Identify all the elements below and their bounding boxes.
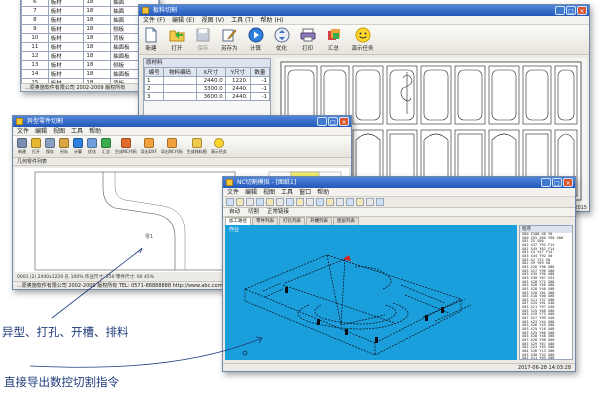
caption-features: 异型、打孔、开槽、排料 (2, 325, 129, 339)
caption-export-nc: 直接导出数控切割指令 (4, 375, 119, 389)
pointer-lines (29, 247, 263, 368)
